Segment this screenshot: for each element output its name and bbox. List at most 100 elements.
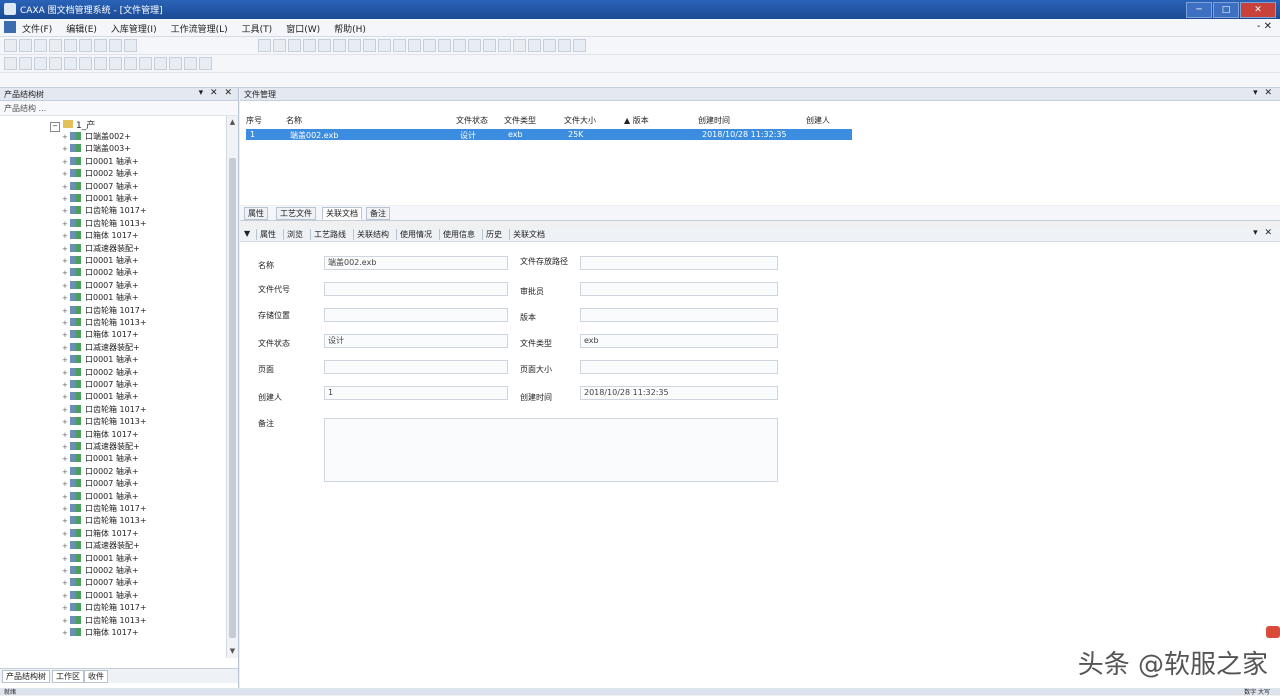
tree-item[interactable]: + 口齿轮箱 1017+ [62,602,147,613]
expand-icon[interactable]: + [62,406,68,414]
tree-item[interactable]: + 口0002 轴承+ [62,367,139,378]
detail-toolbar-button[interactable]: 历史 [482,229,505,240]
column-header[interactable]: ▲ 版本 [624,115,649,126]
tree-item[interactable]: + 口箱体 1017+ [62,528,139,539]
expand-icon[interactable]: + [62,592,68,600]
expand-icon[interactable]: + [62,530,68,538]
detail-toolbar-button[interactable]: 浏览 [283,229,306,240]
rotate-icon[interactable] [79,57,92,70]
paste-icon[interactable] [94,39,107,52]
column-header[interactable]: 文件类型 [504,115,536,126]
expand-icon[interactable]: + [62,393,68,401]
location-field[interactable] [324,308,508,322]
detail-toolbar-button[interactable]: 使用情况 [396,229,435,240]
tree-item[interactable]: + 口0001 轴承+ [62,354,139,365]
creator-field[interactable]: 1 [324,386,508,400]
tree-item[interactable]: + 口箱体 1017+ [62,627,139,638]
scroll-up-icon[interactable]: ▲ [228,118,237,127]
triangle-down-icon[interactable]: ▼ [244,229,250,238]
expand-icon[interactable]: + [62,629,68,637]
refresh-icon[interactable] [288,39,301,52]
column-header[interactable]: 名称 [286,115,302,126]
name-field[interactable]: 端盖002.exb [324,256,508,270]
bom-icon[interactable] [513,39,526,52]
path-field[interactable] [580,256,778,270]
scroll-down-icon[interactable]: ▼ [228,647,237,656]
expand-icon[interactable]: + [62,170,68,178]
import-icon[interactable] [348,39,361,52]
menu-item[interactable]: 工作流管理(L) [171,22,228,35]
expand-icon[interactable]: + [62,294,68,302]
type-field[interactable]: exb [580,334,778,348]
menu-item[interactable]: 文件(F) [22,22,52,35]
arrow-down-icon[interactable] [139,57,152,70]
expand-icon[interactable]: + [62,369,68,377]
list-icon[interactable] [558,39,571,52]
expand-icon[interactable]: + [62,282,68,290]
tree-item[interactable]: + 口0001 轴承+ [62,391,139,402]
tree-item[interactable]: + 口0007 轴承+ [62,379,139,390]
state-field[interactable]: 设计 [324,334,508,348]
file-manager-controls[interactable]: ▾ ✕ [1253,88,1274,98]
expand-icon[interactable]: + [62,542,68,550]
expand-icon[interactable]: + [62,257,68,265]
chart-icon[interactable] [528,39,541,52]
report-icon[interactable] [498,39,511,52]
export-icon[interactable] [363,39,376,52]
mdi-controls[interactable]: - ✕ [1257,21,1272,32]
measure-icon[interactable] [94,57,107,70]
tree-item[interactable]: + 口0001 轴承+ [62,453,139,464]
expand-icon[interactable]: + [62,195,68,203]
expand-icon[interactable]: + [62,579,68,587]
tree-item[interactable]: + 口0007 轴承+ [62,280,139,291]
tree-item[interactable]: + 口齿轮箱 1013+ [62,317,147,328]
tree-item[interactable]: + 口端盖003+ [62,143,131,154]
lock-icon[interactable] [453,39,466,52]
tree-item[interactable]: + 口0007 轴承+ [62,478,139,489]
scroll-thumb[interactable] [229,158,236,638]
cut-icon[interactable] [64,39,77,52]
tree-item[interactable]: + 口齿轮箱 1013+ [62,416,147,427]
history-icon[interactable] [483,39,496,52]
expand-icon[interactable]: + [62,331,68,339]
tree-item[interactable]: + 口齿轮箱 1013+ [62,218,147,229]
link-icon[interactable] [318,39,331,52]
detail-controls[interactable]: ▾ ✕ [1253,228,1274,238]
tree-item[interactable]: + 口0002 轴承+ [62,466,139,477]
checkin-icon[interactable] [258,39,271,52]
expand-icon[interactable]: + [62,443,68,451]
redo-icon[interactable] [124,39,137,52]
maximize-button[interactable]: □ [1213,2,1239,18]
minimize-button[interactable]: ─ [1186,2,1212,18]
tree-item[interactable]: + 口0001 轴承+ [62,553,139,564]
expand-icon[interactable]: + [62,133,68,141]
tree-icon[interactable] [573,39,586,52]
detail-toolbar-button[interactable]: 关联结构 [353,229,392,240]
tree-item[interactable]: + 口齿轮箱 1017+ [62,205,147,216]
tree-item[interactable]: + 口0001 轴承+ [62,156,139,167]
layer-icon[interactable] [109,57,122,70]
browse-icon[interactable] [303,39,316,52]
tree-item[interactable]: + 口0001 轴承+ [62,193,139,204]
zoom-in-icon[interactable] [19,57,32,70]
tab-properties[interactable]: 属性 [244,207,268,220]
arrow-left-icon[interactable] [154,57,167,70]
menu-item[interactable]: 工具(T) [242,22,273,35]
menu-item[interactable]: 编辑(E) [66,22,97,35]
expand-icon[interactable]: + [62,517,68,525]
expand-icon[interactable]: + [62,245,68,253]
tree-item[interactable]: + 口箱体 1017+ [62,329,139,340]
tree-item[interactable]: + 口减速器装配+ [62,540,140,551]
version-field[interactable] [580,308,778,322]
menu-item[interactable]: 帮助(H) [334,22,366,35]
remark-field[interactable] [324,418,778,482]
column-header[interactable]: 序号 [246,115,262,126]
arrow-up-icon[interactable] [124,57,137,70]
tree-item[interactable]: + 口0001 轴承+ [62,255,139,266]
tree-item[interactable]: + 口0001 轴承+ [62,292,139,303]
tree-item[interactable]: + 口减速器装配+ [62,342,140,353]
expand-icon[interactable]: + [62,418,68,426]
detail-toolbar-button[interactable]: 关联文档 [509,229,548,240]
expand-icon[interactable]: + [62,567,68,575]
column-header[interactable]: 创建时间 [698,115,730,126]
